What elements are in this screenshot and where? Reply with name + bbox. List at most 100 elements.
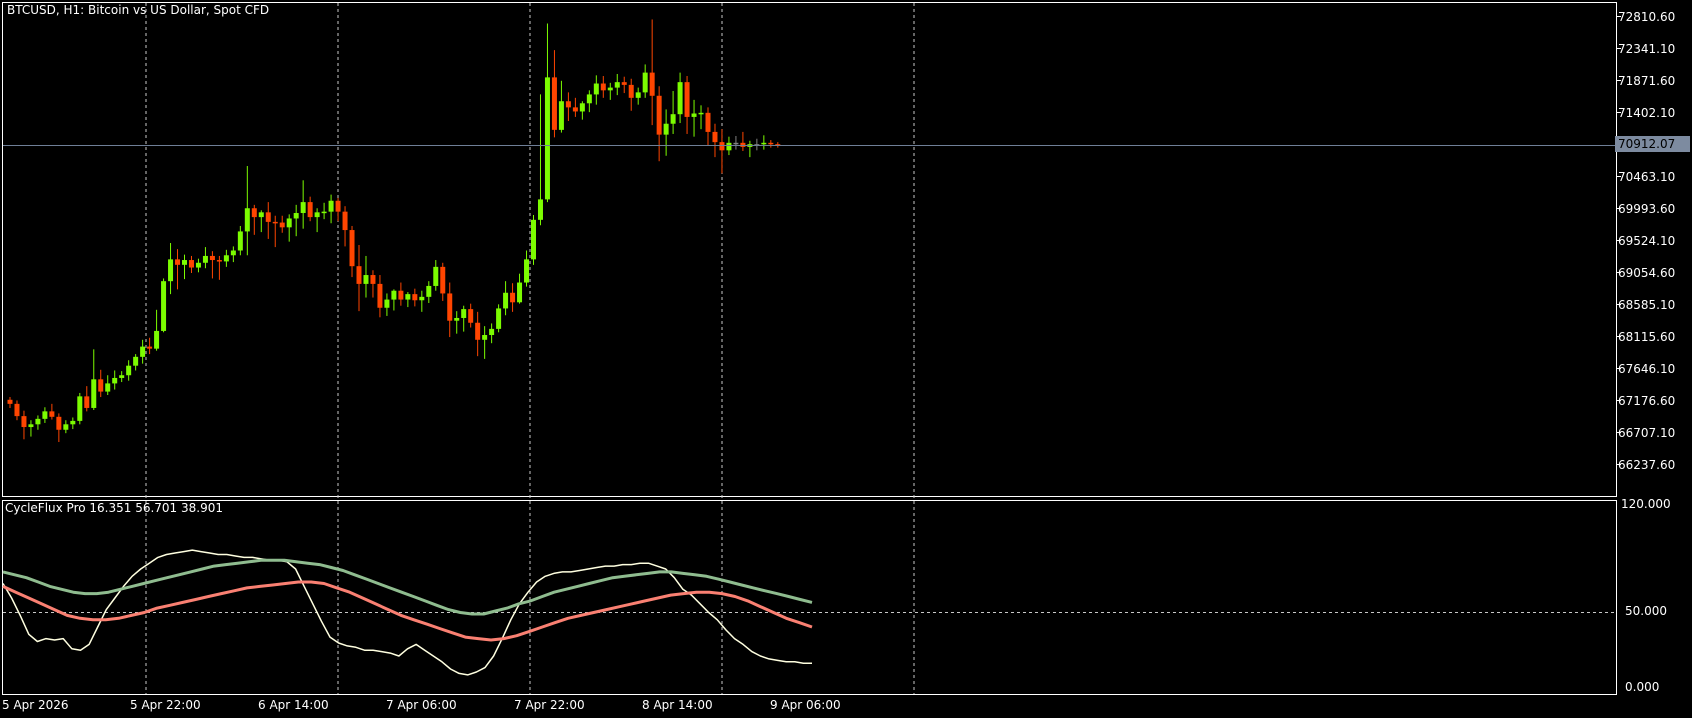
price-axis-label: 66237.60 [1618,458,1676,472]
candle-body [572,107,578,112]
time-axis-label: 7 Apr 22:00 [514,698,585,712]
candle-body [684,82,690,117]
candle-body [433,266,439,286]
candle-body [656,95,662,135]
candle-body [468,309,474,323]
candle-body [454,317,460,321]
candle-body [7,399,13,404]
candle-body [70,420,76,425]
candle-body [768,142,774,145]
candle-body [314,212,320,218]
time-axis-label: 6 Apr 14:00 [258,698,329,712]
candle-body [147,346,153,349]
candle-body [342,211,348,231]
candle-body [496,308,502,329]
indicator-title: CycleFlux Pro 16.351 56.701 38.901 [5,501,223,515]
candle-body [363,275,369,284]
price-axis-label: 69993.60 [1618,202,1676,216]
indicator-line [2,580,813,642]
candle-body [370,275,376,284]
candle-body [565,101,571,108]
candle-body [398,290,404,300]
candle-body [614,82,620,88]
candle-body [531,219,536,260]
candle-body [607,87,613,91]
candle-body [579,103,585,112]
candle-body [335,200,341,212]
candle-body [237,231,243,251]
time-axis-label: 9 Apr 06:00 [770,698,841,712]
candle-body [356,266,362,284]
candle-body [391,290,397,300]
candle-body [621,82,627,85]
time-axis-label: 5 Apr 2026 [2,698,69,712]
candle-body [705,112,711,132]
candle-body [223,255,229,262]
candle-body [663,123,669,135]
indicator-pane-border [2,500,1617,695]
candle-body [98,379,104,392]
price-axis-label: 70463.10 [1618,170,1676,184]
candle-body [691,113,697,117]
candle-body [510,292,516,303]
candle-body [426,285,432,297]
candle-body [251,208,257,218]
main-pane-border [2,2,1617,497]
candle-body [593,83,599,95]
time-axis-label: 7 Apr 06:00 [386,698,457,712]
candle-body [42,411,48,419]
candle-body [649,72,655,96]
candle-body [698,112,704,115]
candle-body [56,416,62,430]
candle-body [209,255,215,261]
candle-body [321,211,327,214]
price-axis-label: 69524.10 [1618,234,1676,248]
candle-body [63,424,69,430]
candle-body [733,142,739,145]
candle-body [677,82,683,115]
candle-body [265,212,271,222]
indicator-line [2,558,813,616]
candle-body [628,84,634,98]
candle-body [517,282,523,303]
candle-body [544,77,550,200]
candle-body [384,299,390,308]
candle-body [349,230,355,267]
price-axis-label: 68115.60 [1618,330,1676,344]
candle-body [377,283,383,308]
candle-body [105,383,111,392]
time-axis-label: 5 Apr 22:00 [130,698,201,712]
candle-body [279,222,285,228]
trading-chart[interactable] [0,0,1692,718]
candle-body [740,142,746,147]
current-price-tag: 70912.07 [1615,136,1690,152]
candle-body [412,294,418,301]
candle-body [719,142,725,151]
candle-body [140,346,146,357]
candle-body [126,365,132,376]
candle-body [35,418,41,425]
candle-body [244,208,250,232]
candle-body [761,142,767,145]
candle-body [419,296,425,301]
candle-body [670,114,676,124]
candle-body [14,403,20,417]
candle-body [216,260,222,262]
candle-body [119,375,125,378]
candle-body [112,377,118,384]
candle-body [202,255,208,263]
candle-body [28,424,34,428]
candle-body [586,94,592,104]
price-axis-label: 69054.60 [1618,266,1676,280]
candle-body [133,356,139,366]
candle-body [489,328,495,336]
candle-body [537,199,543,220]
candle-body [447,293,453,321]
price-axis-label: 71402.10 [1618,106,1676,120]
candle-body [461,309,467,318]
price-axis-label: 66707.10 [1618,426,1676,440]
candle-body [635,92,641,98]
candle-body [712,131,718,143]
price-axis-label: 72341.10 [1618,42,1676,56]
candle-body [84,396,90,408]
